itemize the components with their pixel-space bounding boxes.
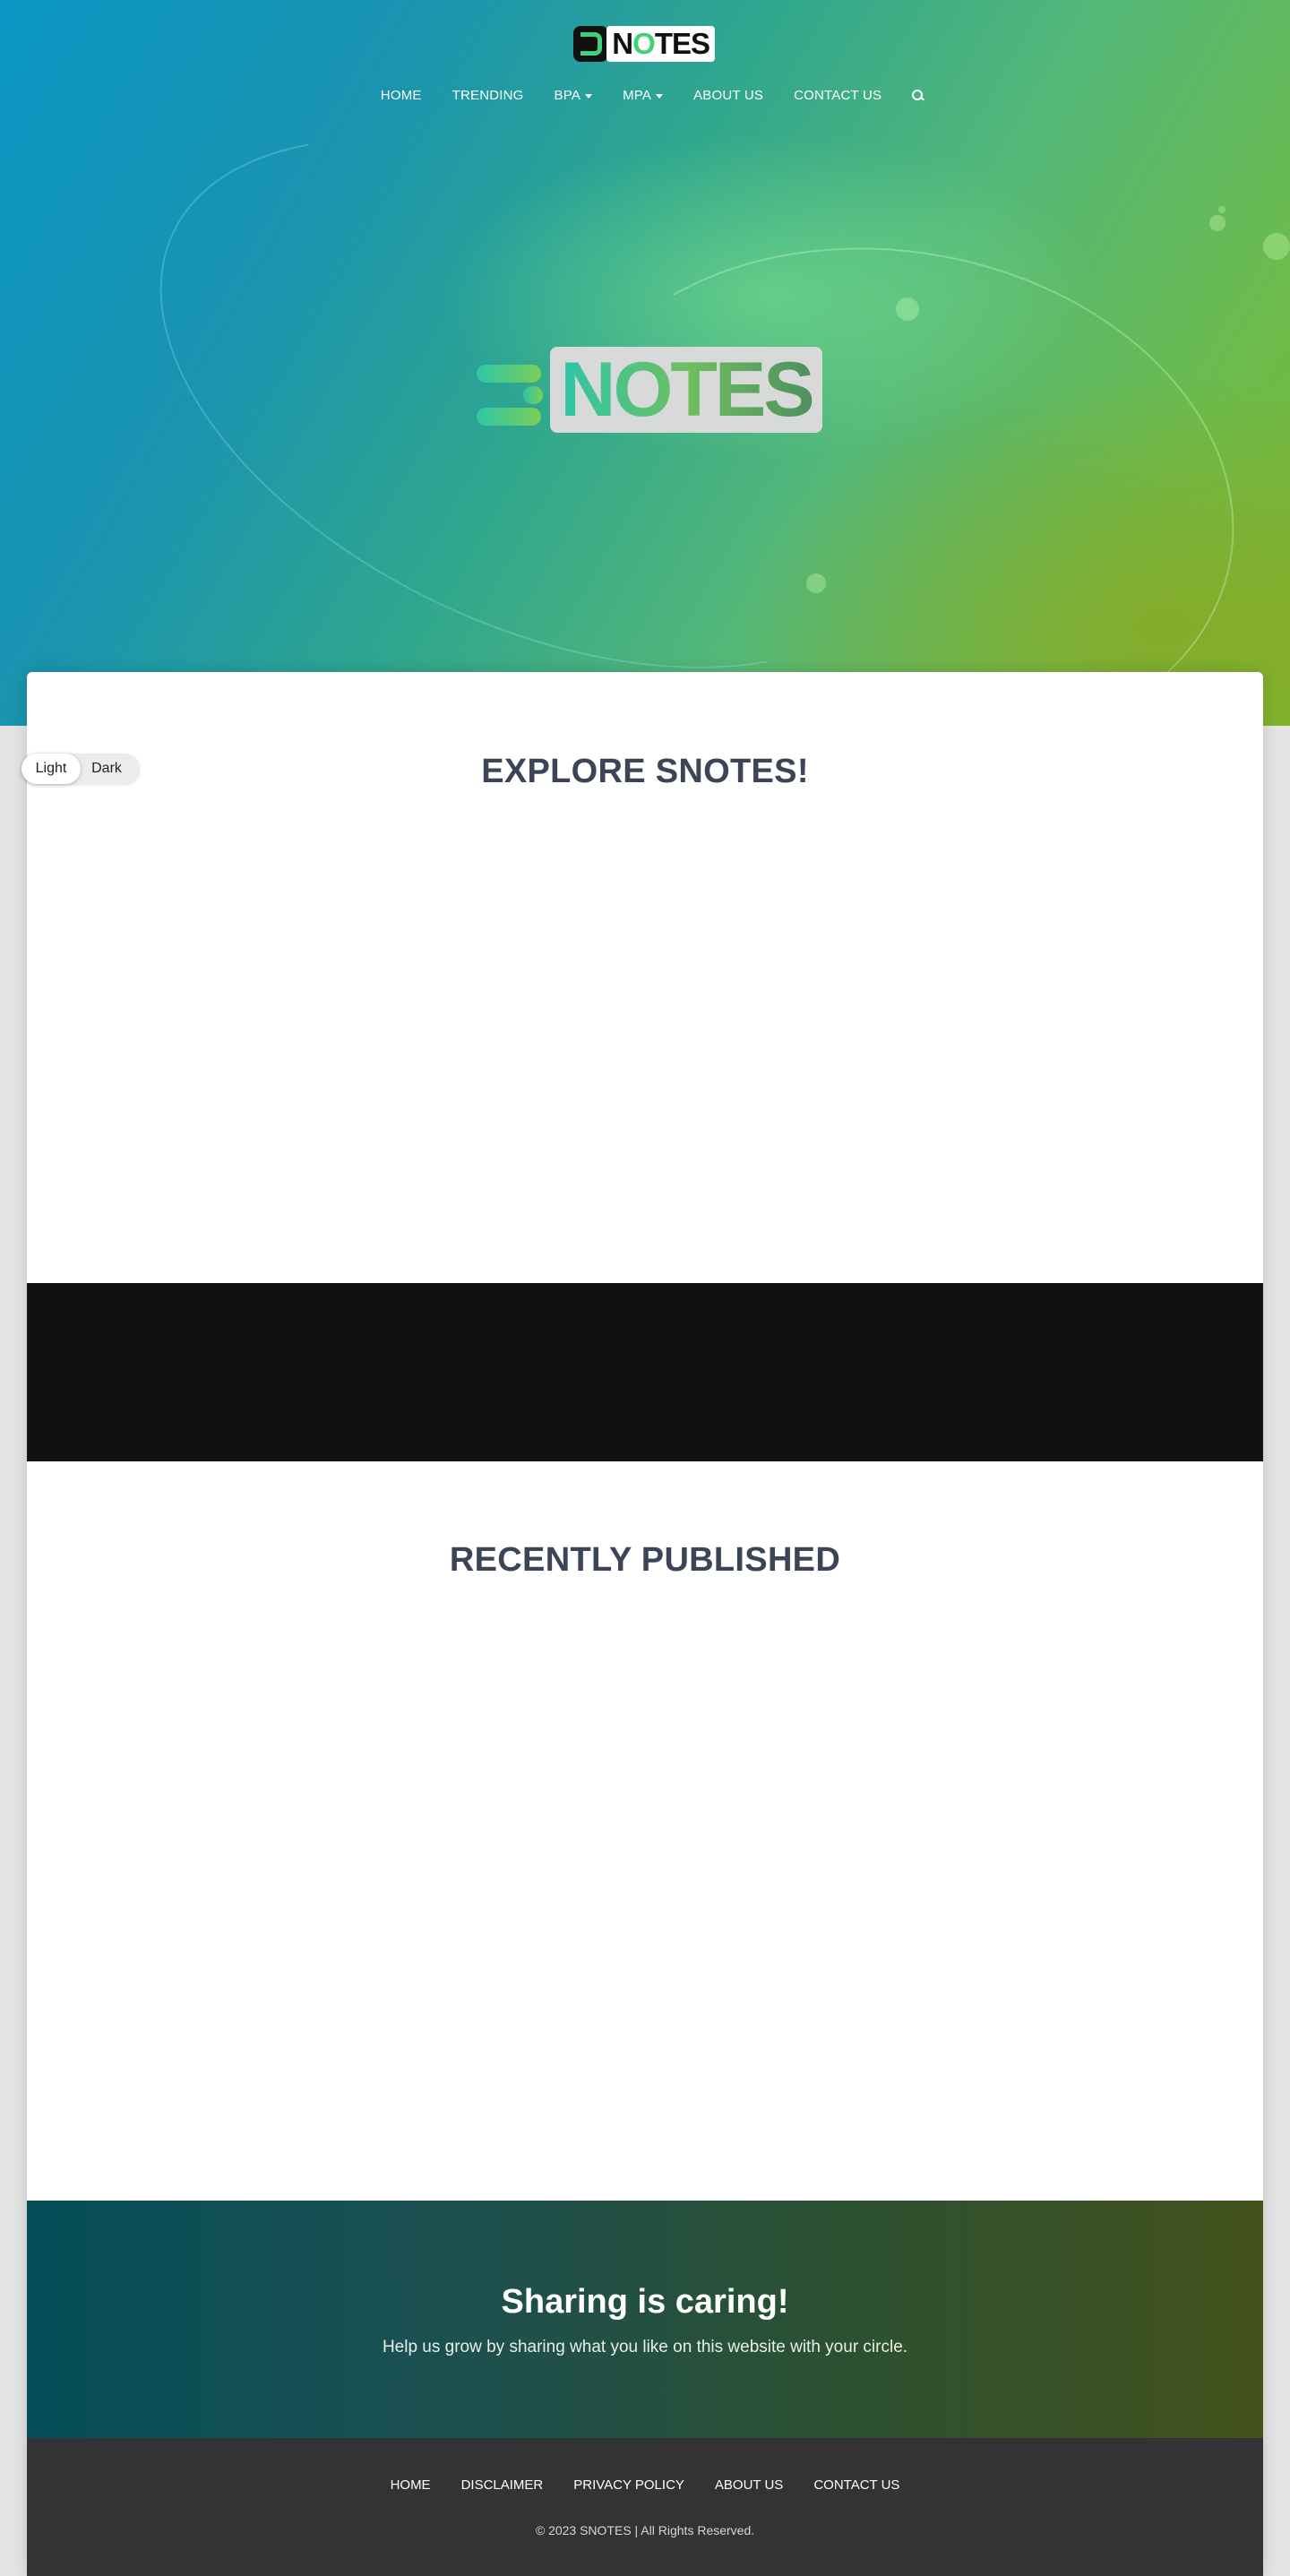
footer-link-contact-us[interactable]: CONTACT US — [798, 2477, 915, 2493]
footer-link-privacy-policy[interactable]: PRIVACY POLICY — [558, 2477, 700, 2493]
nav-item-mpa[interactable]: MPA — [607, 88, 678, 103]
footer-link-disclaimer[interactable]: DISCLAIMER — [446, 2477, 559, 2493]
footer-links: HOME DISCLAIMER PRIVACY POLICY ABOUT US … — [27, 2477, 1263, 2493]
sharing-cta-section: Sharing is caring! Help us grow by shari… — [27, 2201, 1263, 2438]
main-navigation: HOME TRENDING BPA MPA ABOUT US CONTACT U… — [0, 88, 1290, 103]
hero-bokeh-dot — [806, 573, 826, 593]
explore-section-title: EXPLORE SNOTES! — [481, 753, 809, 790]
site-logo-link[interactable]: NOTES — [573, 25, 715, 63]
main-content-card: EXPLORE SNOTES! RECENTLY PUBLISHED Shari… — [27, 672, 1263, 2576]
logo-wordmark: NOTES — [606, 26, 715, 62]
hero-logo-wordmark: NOTES — [550, 347, 822, 433]
theme-toggle[interactable]: Light Dark — [22, 754, 140, 784]
hero-bokeh-dot — [896, 297, 919, 321]
site-footer: HOME DISCLAIMER PRIVACY POLICY ABOUT US … — [27, 2438, 1263, 2576]
caret-down-icon — [585, 93, 593, 99]
search-icon[interactable] — [912, 89, 924, 102]
theme-option-dark[interactable]: Dark — [81, 754, 133, 784]
hero-bokeh-dot — [1263, 233, 1290, 260]
footer-link-home[interactable]: HOME — [375, 2477, 446, 2493]
cta-title: Sharing is caring! — [501, 2283, 789, 2321]
footer-copyright: © 2023 SNOTES | All Rights Reserved. — [535, 2523, 755, 2537]
nav-item-contact-us[interactable]: CONTACT US — [778, 88, 897, 103]
hero-logo: NOTES — [475, 346, 822, 434]
hero-bokeh-dot — [1218, 206, 1226, 213]
hero-banner: NOTES HOME TRENDING BPA MPA ABOUT US CON… — [0, 0, 1290, 726]
nav-item-label: BPA — [554, 88, 581, 103]
dark-content-band — [27, 1283, 1263, 1461]
hero-logo-s-icon — [475, 354, 546, 426]
logo-s-icon — [573, 26, 609, 62]
theme-option-light[interactable]: Light — [22, 754, 81, 784]
nav-item-home[interactable]: HOME — [366, 88, 437, 103]
cta-text: Help us grow by sharing what you like on… — [382, 2338, 908, 2356]
footer-link-about-us[interactable]: ABOUT US — [700, 2477, 798, 2493]
nav-item-bpa[interactable]: BPA — [539, 88, 608, 103]
recently-published-title: RECENTLY PUBLISHED — [449, 1541, 841, 1579]
hero-bokeh-dot — [1209, 215, 1226, 231]
caret-down-icon — [656, 93, 664, 99]
nav-item-trending[interactable]: TRENDING — [437, 88, 539, 103]
nav-item-about-us[interactable]: ABOUT US — [678, 88, 778, 103]
nav-item-label: MPA — [623, 88, 652, 103]
